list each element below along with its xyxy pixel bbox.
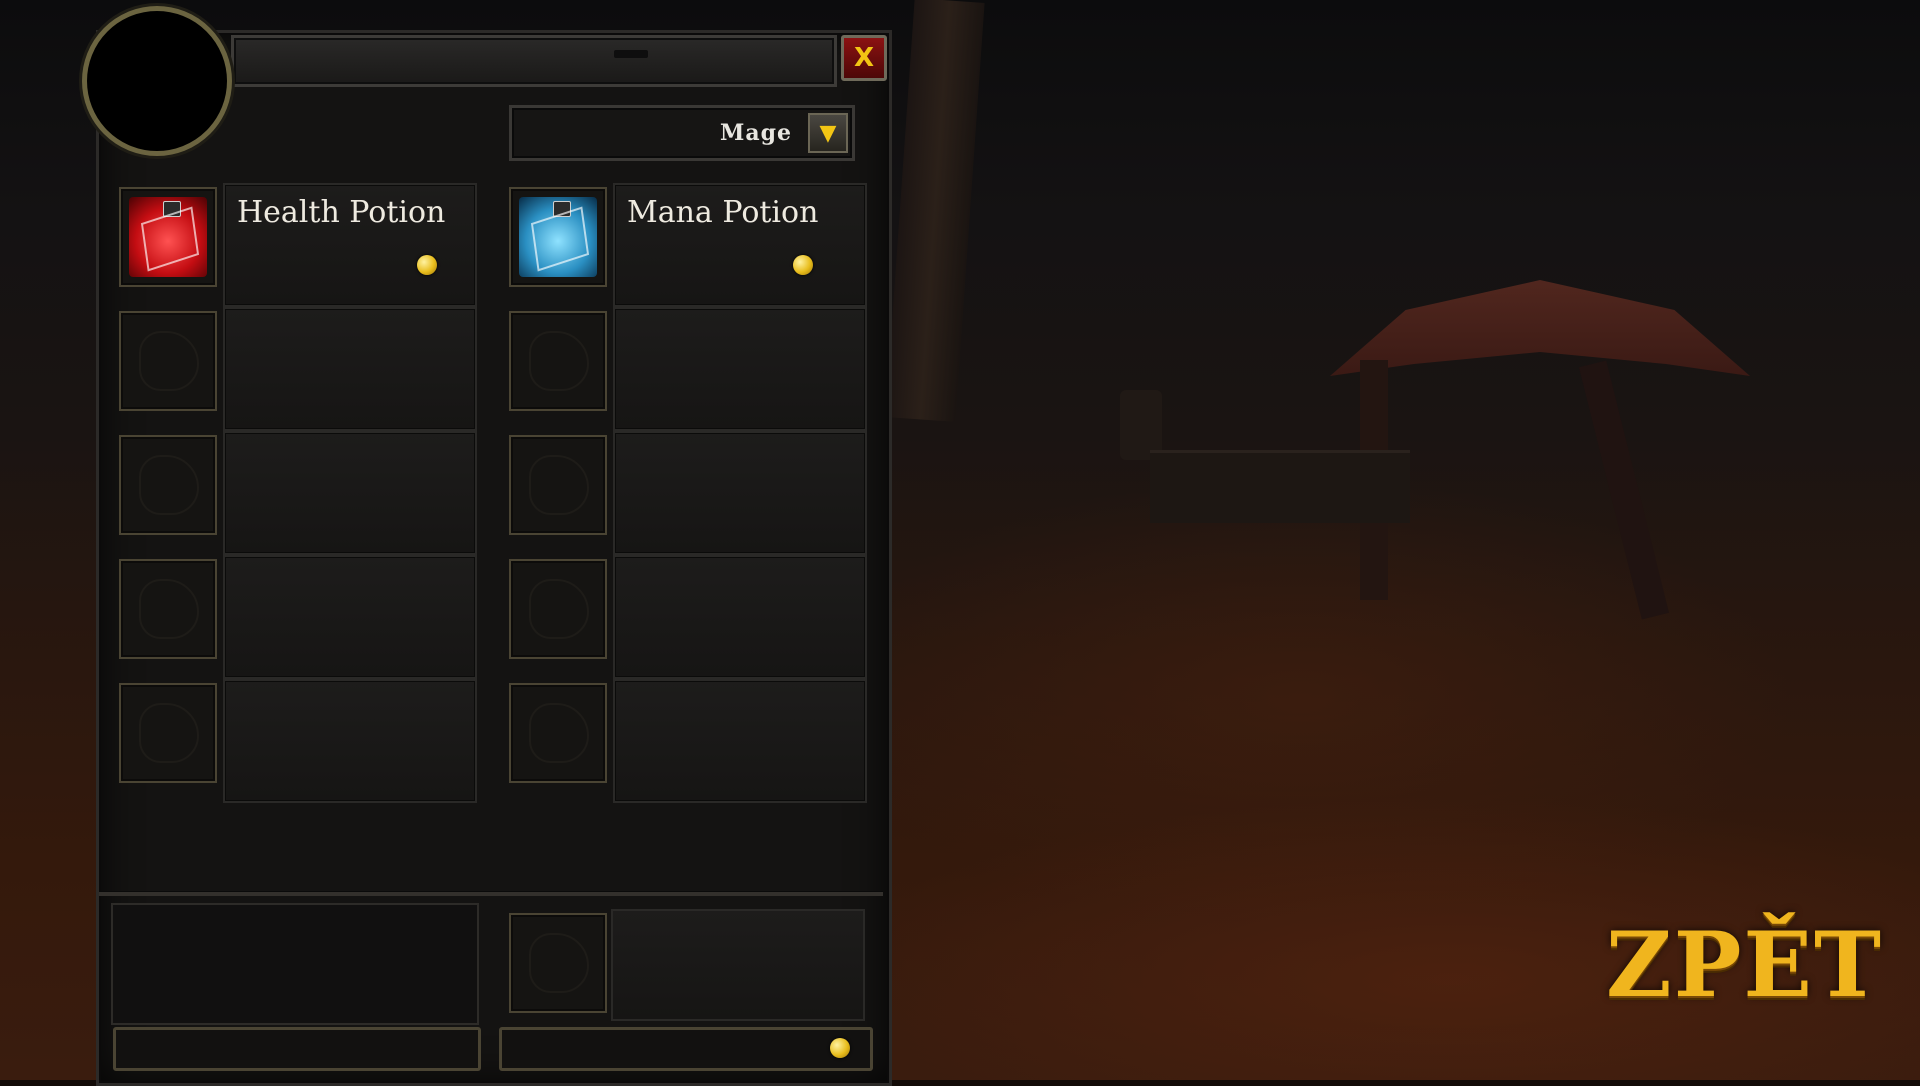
status-bar-left	[113, 1027, 481, 1071]
tent-roof	[1330, 280, 1750, 376]
vendor-panel: X Mage ▼ Health Potion Mana Potion	[96, 30, 892, 1086]
empty-item-slot[interactable]	[119, 559, 217, 659]
gold-coin-icon	[793, 255, 813, 275]
empty-slot-icon	[139, 703, 199, 763]
empty-slot-icon	[529, 331, 589, 391]
empty-item-card[interactable]	[223, 431, 477, 555]
title-bar-notch	[614, 50, 648, 58]
empty-item-card[interactable]	[223, 555, 477, 679]
empty-item-card[interactable]	[613, 555, 867, 679]
empty-slot-icon	[529, 455, 589, 515]
money-bar	[499, 1027, 873, 1071]
health-potion-icon	[129, 197, 207, 277]
mana-potion-icon	[519, 197, 597, 277]
portrait-frame	[82, 6, 232, 156]
empty-slot-icon	[529, 703, 589, 763]
class-dropdown[interactable]: Mage ▼	[509, 105, 855, 161]
item-card-mana-potion[interactable]: Mana Potion	[613, 183, 867, 307]
item-name: Mana Potion	[627, 195, 819, 230]
item-card-health-potion[interactable]: Health Potion	[223, 183, 477, 307]
close-icon: X	[853, 43, 875, 73]
buyback-item-slot[interactable]	[509, 913, 607, 1013]
close-button[interactable]: X	[841, 35, 887, 81]
empty-item-slot[interactable]	[509, 311, 607, 411]
arrow-down-icon[interactable]: ▼	[808, 113, 848, 153]
item-info-box	[111, 903, 479, 1025]
gold-coin-icon	[417, 255, 437, 275]
empty-item-card[interactable]	[613, 307, 867, 431]
empty-item-slot[interactable]	[119, 311, 217, 411]
empty-item-slot[interactable]	[119, 683, 217, 783]
empty-item-card[interactable]	[223, 307, 477, 431]
item-slot-mana-potion[interactable]	[509, 187, 607, 287]
tent-post	[1578, 360, 1670, 620]
back-button-label: ZPĚT	[1606, 912, 1883, 1018]
title-bar	[231, 35, 837, 87]
empty-slot-icon	[139, 579, 199, 639]
empty-item-slot[interactable]	[119, 435, 217, 535]
empty-item-slot[interactable]	[509, 435, 607, 535]
item-name: Health Potion	[237, 195, 446, 230]
empty-item-card[interactable]	[223, 679, 477, 803]
empty-slot-icon	[139, 331, 199, 391]
back-button[interactable]: ZPĚT	[1606, 902, 1883, 1032]
empty-item-slot[interactable]	[509, 559, 607, 659]
empty-slot-icon	[529, 579, 589, 639]
empty-item-card[interactable]	[613, 679, 867, 803]
palm-tree-trunk	[885, 0, 985, 422]
empty-item-card[interactable]	[613, 431, 867, 555]
class-dropdown-value: Mage	[720, 120, 792, 146]
gold-coin-icon	[830, 1038, 850, 1058]
item-slot-health-potion[interactable]	[119, 187, 217, 287]
empty-slot-icon	[139, 455, 199, 515]
empty-slot-icon	[529, 933, 589, 993]
crates	[1150, 450, 1410, 523]
empty-item-slot[interactable]	[509, 683, 607, 783]
buyback-item-card[interactable]	[611, 909, 865, 1021]
panel-divider	[99, 891, 883, 896]
